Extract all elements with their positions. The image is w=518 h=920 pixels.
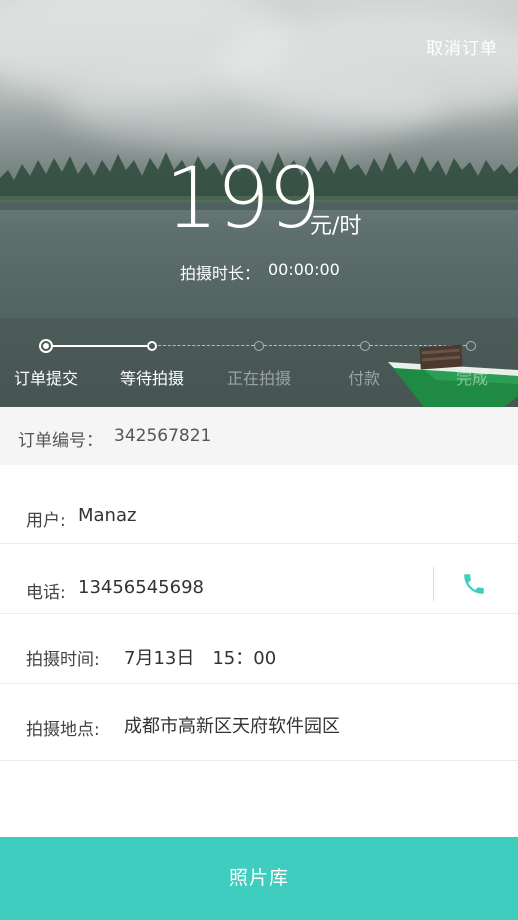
progress-line-pending [158,345,254,346]
phone-value: 13456545698 [78,577,204,598]
shoot-time-value: 7月13日 15：00 [124,648,277,669]
progress-line-pending [264,345,360,346]
shoot-time-row: 拍摄时间: 7月13日 15：00 [0,614,518,684]
step-label-shooting: 正在拍摄 [227,369,292,388]
order-number-value: 342567821 [114,426,212,446]
hero-banner: 取消订单 199 元/时 拍摄时长： 00:00:00 订单提交 等待拍摄 正在… [0,0,518,407]
shoot-duration-label: 拍摄时长： [180,264,261,283]
cancel-order-button[interactable]: 取消订单 [426,34,498,59]
step-dot-shooting [254,341,264,351]
shoot-duration-value: 00:00:00 [268,260,340,279]
step-dot-waiting [147,341,157,351]
step-label-complete: 完成 [456,369,489,388]
shoot-place-row: 拍摄地点: 成都市高新区天府软件园区 [0,684,518,761]
step-label-submitted: 订单提交 [14,369,79,388]
hourly-price: 199 [165,149,321,247]
order-number-label: 订单编号： [18,431,103,451]
phone-row: 电话: 13456545698 [0,544,518,614]
photo-gallery-button[interactable]: 照片库 [0,837,518,920]
user-row: 用户: Manaz [0,487,518,544]
shoot-place-value: 成都市高新区天府软件园区 [124,716,340,737]
shoot-time-label: 拍摄时间: [26,650,100,670]
phone-icon[interactable] [461,571,487,597]
step-label-payment: 付款 [348,369,381,388]
order-number-row: 订单编号： 342567821 [0,407,518,465]
shoot-place-label: 拍摄地点: [26,720,100,740]
price-unit: 元/时 [310,214,362,239]
step-label-waiting: 等待拍摄 [120,369,185,388]
step-dot-payment [360,341,370,351]
phone-divider [433,567,434,601]
phone-label: 电话: [26,583,66,603]
step-dot-submitted [39,339,53,353]
progress-line-done [53,345,147,347]
price-display: 199 元/时 [0,150,518,250]
user-label: 用户: [26,511,66,531]
boat-image [388,344,518,407]
user-value: Manaz [78,505,137,526]
